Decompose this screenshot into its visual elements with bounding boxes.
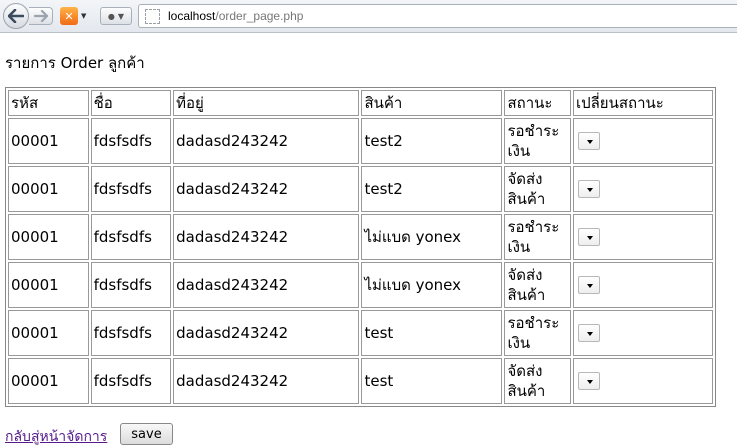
- table-header-row: รหัส ชื่อ ที่อยู่ สินค้า สถานะ เปลี่ยนสถ…: [8, 90, 713, 116]
- cell-id: 00001: [8, 262, 89, 308]
- chevron-down-icon: ▼: [81, 12, 87, 20]
- cell-address: dadasd243242: [173, 214, 360, 260]
- cell-status: รอชำระเงิน: [504, 214, 571, 260]
- header-status: สถานะ: [504, 90, 571, 116]
- cell-id: 00001: [8, 214, 89, 260]
- status-select[interactable]: [577, 276, 600, 295]
- cell-id: 00001: [8, 166, 89, 212]
- cell-id: 00001: [8, 310, 89, 356]
- cell-status: รอชำระเงิน: [504, 310, 571, 356]
- cell-product: test2: [361, 118, 503, 164]
- page-title: รายการ Order ลูกค้า: [5, 54, 145, 72]
- table-row: 00001 fdsfsdfs dadasd243242 test รอชำระเ…: [8, 310, 713, 356]
- back-to-manage-link[interactable]: กลับสู่หน้าจัดการ: [5, 426, 107, 448]
- cell-change-status: [572, 118, 713, 164]
- extension-icon: ✕: [60, 7, 78, 25]
- extension-button[interactable]: ✕ ▼: [60, 6, 92, 26]
- forward-button[interactable]: [29, 7, 53, 25]
- status-text: รอชำระเงิน: [507, 218, 560, 256]
- cell-address: dadasd243242: [173, 358, 360, 404]
- cell-product: test: [361, 358, 503, 404]
- status-select[interactable]: [577, 372, 600, 391]
- cell-status: จัดส่งสินค้า: [504, 262, 571, 308]
- cell-address: dadasd243242: [173, 262, 360, 308]
- cell-status: จัดส่งสินค้า: [504, 358, 571, 404]
- cell-change-status: [572, 166, 713, 212]
- status-text: จัดส่งสินค้า: [507, 266, 546, 304]
- profile-button[interactable]: ● ▼: [100, 7, 132, 25]
- header-name: ชื่อ: [90, 90, 172, 116]
- table-row: 00001 fdsfsdfs dadasd243242 test2 รอชำระ…: [8, 118, 713, 164]
- cell-product: ไม่แบด yonex: [361, 262, 503, 308]
- status-select[interactable]: [577, 228, 600, 247]
- header-change-status: เปลี่ยนสถานะ: [572, 90, 713, 116]
- status-select[interactable]: [577, 180, 600, 199]
- cell-change-status: [572, 262, 713, 308]
- chevron-down-icon: ▼: [117, 11, 125, 21]
- browser-toolbar: ✕ ▼ ● ▼ localhost/order_page.php: [0, 0, 737, 33]
- cell-id: 00001: [8, 118, 89, 164]
- table-row: 00001 fdsfsdfs dadasd243242 ไม่แบด yonex…: [8, 214, 713, 260]
- cell-name: fdsfsdfs: [90, 166, 172, 212]
- save-button[interactable]: save: [120, 423, 173, 445]
- cell-address: dadasd243242: [173, 166, 360, 212]
- cell-name: fdsfsdfs: [90, 358, 172, 404]
- cell-name: fdsfsdfs: [90, 118, 172, 164]
- status-text: รอชำระเงิน: [507, 314, 560, 352]
- page-icon: [145, 8, 160, 24]
- header-address: ที่อยู่: [173, 90, 360, 116]
- user-icon: ●: [107, 11, 115, 21]
- orders-table: รหัส ชื่อ ที่อยู่ สินค้า สถานะ เปลี่ยนสถ…: [5, 87, 716, 407]
- cell-product: test: [361, 310, 503, 356]
- table-row: 00001 fdsfsdfs dadasd243242 ไม่แบด yonex…: [8, 262, 713, 308]
- cell-change-status: [572, 310, 713, 356]
- cell-change-status: [572, 214, 713, 260]
- status-select[interactable]: [577, 132, 600, 151]
- cell-product: ไม่แบด yonex: [361, 214, 503, 260]
- table-row: 00001 fdsfsdfs dadasd243242 test2 จัดส่ง…: [8, 166, 713, 212]
- cell-status: รอชำระเงิน: [504, 118, 571, 164]
- cell-change-status: [572, 358, 713, 404]
- address-bar[interactable]: localhost/order_page.php: [138, 4, 737, 28]
- cell-name: fdsfsdfs: [90, 214, 172, 260]
- cell-name: fdsfsdfs: [90, 310, 172, 356]
- arrow-left-icon: [8, 9, 24, 23]
- cell-address: dadasd243242: [173, 310, 360, 356]
- header-product: สินค้า: [361, 90, 503, 116]
- status-select[interactable]: [577, 324, 600, 343]
- header-id: รหัส: [8, 90, 89, 116]
- cell-status: จัดส่งสินค้า: [504, 166, 571, 212]
- status-text: จัดส่งสินค้า: [507, 170, 546, 208]
- url-path: /order_page.php: [215, 9, 304, 23]
- cell-address: dadasd243242: [173, 118, 360, 164]
- url-host: localhost: [168, 9, 216, 23]
- cell-id: 00001: [8, 358, 89, 404]
- arrow-right-icon: [33, 10, 48, 22]
- status-text: จัดส่งสินค้า: [507, 362, 546, 400]
- cell-product: test2: [361, 166, 503, 212]
- table-row: 00001 fdsfsdfs dadasd243242 test จัดส่งส…: [8, 358, 713, 404]
- cell-name: fdsfsdfs: [90, 262, 172, 308]
- status-text: รอชำระเงิน: [507, 122, 560, 160]
- back-button[interactable]: [3, 3, 29, 29]
